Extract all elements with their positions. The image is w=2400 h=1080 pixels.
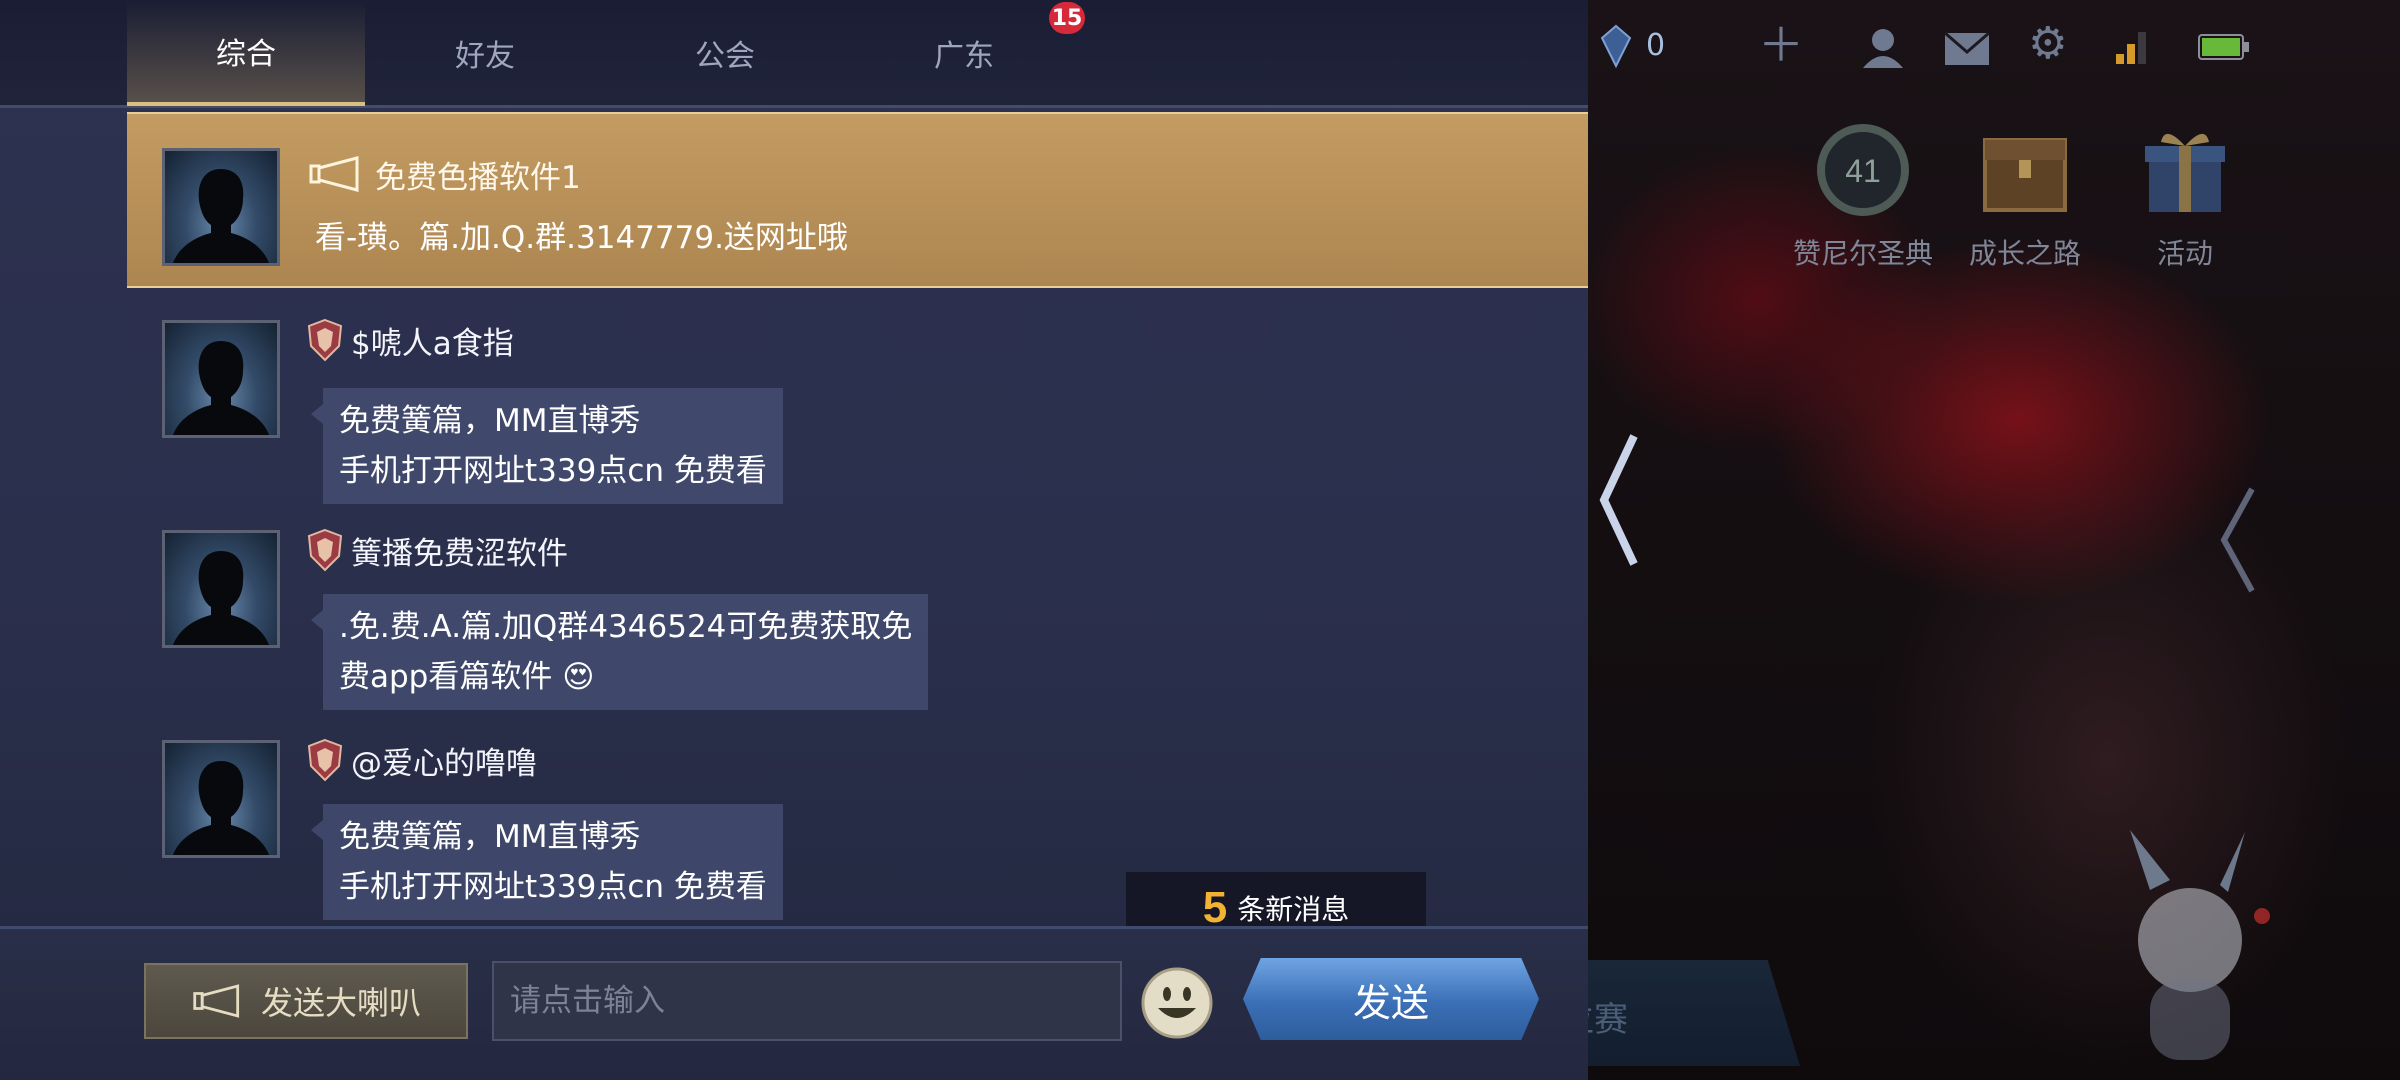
activity-tile[interactable]: 活动 xyxy=(2110,120,2260,272)
chevron-left-icon[interactable] xyxy=(2214,480,2262,600)
signal-icon xyxy=(2116,32,2146,64)
horn-icon xyxy=(309,156,359,192)
send-horn-button[interactable]: 发送大喇叭 xyxy=(144,963,468,1039)
new-messages-label: 条新消息 xyxy=(1237,893,1350,926)
sender-name[interactable]: 簧播免费涩软件 xyxy=(351,528,568,573)
unread-badge: 15 xyxy=(1049,2,1085,34)
emoji-icon[interactable] xyxy=(1140,966,1214,1040)
chat-input[interactable] xyxy=(492,961,1122,1041)
chat-panel: 综合 好友 公会 广东 15 免费色播软件1 看-璜。篇.加.Q.群.31477… xyxy=(0,0,1588,1080)
avatar[interactable] xyxy=(162,320,280,438)
sender-row: 免费色播软件1 xyxy=(307,152,581,196)
gem-icon xyxy=(1600,24,1632,68)
avatar[interactable] xyxy=(162,530,280,648)
mail-icon[interactable] xyxy=(1944,32,1990,66)
message-bubble: 免费簧篇，MM直博秀 手机打开网址t339点cn 免费看 xyxy=(311,388,783,504)
tab-general[interactable]: 综合 xyxy=(127,0,365,106)
send-horn-label: 发送大喇叭 xyxy=(260,984,421,1022)
sender-name[interactable]: 免费色播软件1 xyxy=(375,152,581,197)
chat-message: $唬人a食指 免费簧篇，MM直博秀 手机打开网址t339点cn 免费看 xyxy=(127,318,1588,504)
message-line: 手机打开网址t339点cn 免费看 xyxy=(339,869,767,905)
collapse-chat-icon[interactable] xyxy=(1588,390,1648,610)
message-line: .免.费.A.篇.加Q群4346524可免费获取免 xyxy=(339,609,913,645)
sender-name[interactable]: @爱心的噜噜 xyxy=(351,738,537,783)
horn-icon xyxy=(193,984,240,1018)
tab-guild[interactable]: 公会 xyxy=(606,0,844,106)
chat-tabs-bar: 综合 好友 公会 广东 15 xyxy=(0,0,1588,108)
tab-friends[interactable]: 好友 xyxy=(366,0,604,106)
friends-icon[interactable] xyxy=(1860,26,1906,70)
message-line: 免费簧篇，MM直博秀 xyxy=(339,403,641,439)
message-text: 看-璜。篇.加.Q.群.3147779.送网址哦 xyxy=(315,220,848,256)
gem-count: 0 xyxy=(1646,28,1666,63)
zanni-codex-tile[interactable]: 41 赞尼尔圣典 xyxy=(1788,120,1938,272)
growth-path-tile[interactable]: 成长之路 xyxy=(1950,120,2100,272)
gear-icon[interactable]: ⚙ xyxy=(2028,22,2067,66)
message-line: 手机打开网址t339点cn 免费看 xyxy=(339,453,767,489)
zanni-codex-icon: 41 xyxy=(1817,124,1909,216)
bunny-mascot-icon[interactable] xyxy=(2110,830,2270,1070)
message-bubble: 免费簧篇，MM直博秀 手机打开网址t339点cn 免费看 xyxy=(311,804,783,920)
growth-path-label: 成长之路 xyxy=(1968,237,2081,270)
avatar[interactable] xyxy=(162,740,280,858)
chat-message: 簧播免费涩软件 .免.费.A.篇.加Q群4346524可免费获取免 费app看篇… xyxy=(127,528,1588,718)
battery-icon xyxy=(2198,34,2249,60)
activity-label: 活动 xyxy=(2156,237,2213,270)
message-line: 费app看篇软件 😍 xyxy=(339,659,595,695)
zanni-codex-label: 赞尼尔圣典 xyxy=(1792,237,1933,270)
treasure-chest-icon xyxy=(1983,138,2067,212)
sender-row: 簧播免费涩软件 xyxy=(307,528,568,572)
zanni-codex-level: 41 xyxy=(1845,153,1881,189)
broadcast-message: 免费色播软件1 看-璜。篇.加.Q.群.3147779.送网址哦 xyxy=(127,112,1588,288)
sender-name[interactable]: $唬人a食指 xyxy=(351,318,514,363)
sender-row: $唬人a食指 xyxy=(307,318,514,362)
rank-shield-icon xyxy=(307,318,343,362)
game-top-bar: 0 ＋ ⚙ xyxy=(1588,0,2400,100)
rank-shield-icon xyxy=(307,738,343,782)
sender-row: @爱心的噜噜 xyxy=(307,738,537,782)
gift-box-icon xyxy=(2145,133,2225,212)
send-button[interactable]: 发送 xyxy=(1243,958,1539,1040)
message-bubble: .免.费.A.篇.加Q群4346524可免费获取免 费app看篇软件 😍 xyxy=(310,594,929,710)
rank-shield-icon xyxy=(307,528,343,572)
add-icon[interactable]: ＋ xyxy=(1758,22,1804,68)
message-line: 免费簧篇，MM直博秀 xyxy=(339,819,641,855)
avatar[interactable] xyxy=(162,148,280,266)
tab-region[interactable]: 广东 xyxy=(845,0,1083,106)
